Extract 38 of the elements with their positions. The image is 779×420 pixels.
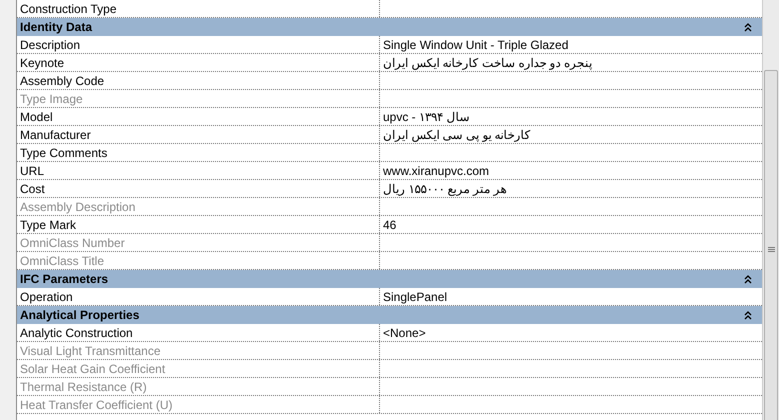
parameter-name: Type Comments — [17, 144, 380, 161]
section-header[interactable]: IFC Parameters — [17, 270, 762, 288]
collapse-icon[interactable] — [744, 274, 752, 284]
collapse-icon[interactable] — [744, 22, 752, 32]
parameter-value[interactable]: Single Window Unit - Triple Glazed — [380, 36, 762, 53]
parameter-value[interactable]: www.xiranupvc.com — [380, 162, 762, 179]
parameter-name: Model — [17, 108, 380, 125]
parameter-value[interactable]: 46 — [380, 216, 762, 233]
parameter-value[interactable]: پنجره دو جداره ساخت کارخانه ایکس ایران — [380, 54, 762, 71]
parameter-name: Thermal Resistance (R) — [17, 378, 380, 395]
section-header[interactable]: Analytical Properties — [17, 306, 762, 324]
parameter-value[interactable]: هر متر مربع ۱۵۵۰۰۰ ریال — [380, 180, 762, 197]
parameter-name: Type Mark — [17, 216, 380, 233]
parameter-name: Construction Type — [17, 0, 380, 17]
parameter-name: OmniClass Number — [17, 234, 380, 251]
parameter-name: Cost — [17, 180, 380, 197]
parameter-name: Keynote — [17, 54, 380, 71]
parameter-name: Operation — [17, 288, 380, 305]
scrollbar[interactable] — [762, 0, 779, 420]
parameter-name: Visual Light Transmittance — [17, 342, 380, 359]
grip-icon — [768, 247, 774, 253]
parameter-value[interactable]: SinglePanel — [380, 288, 762, 305]
parameter-name: Analytic Construction — [17, 324, 380, 341]
parameter-name: Solar Heat Gain Coefficient — [17, 360, 380, 377]
parameter-name: Description — [17, 36, 380, 53]
parameter-value[interactable]: کارخانه یو پی سی ایکس ایران — [380, 126, 762, 143]
parameter-name: Type Image — [17, 90, 380, 107]
parameter-name: OmniClass Title — [17, 252, 380, 269]
collapse-icon[interactable] — [744, 310, 752, 320]
parameter-name: Heat Transfer Coefficient (U) — [17, 396, 380, 413]
parameter-value[interactable]: <None> — [380, 324, 762, 341]
parameter-name: Assembly Code — [17, 72, 380, 89]
section-header[interactable]: Identity Data — [17, 18, 762, 36]
parameter-name: Assembly Description — [17, 198, 380, 215]
parameter-value[interactable]: upvc - سال ۱۳۹۴ — [380, 108, 762, 125]
scrollbar-thumb[interactable] — [764, 70, 778, 420]
parameter-name: URL — [17, 162, 380, 179]
parameter-name: Manufacturer — [17, 126, 380, 143]
